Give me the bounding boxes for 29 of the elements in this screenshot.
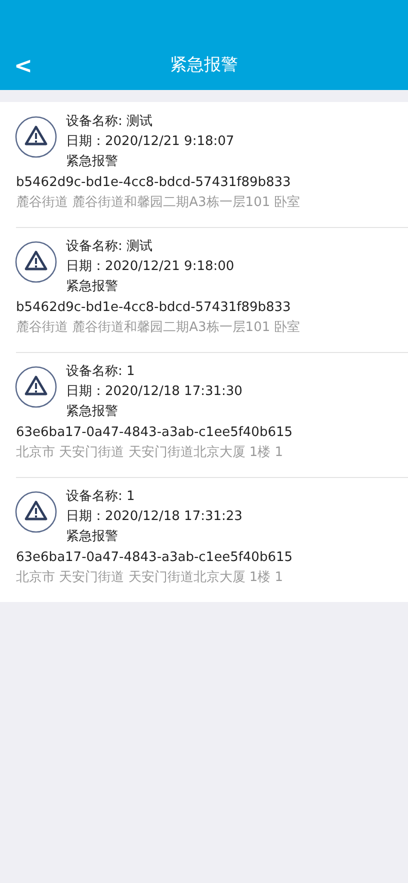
device-address: 北京市 天安门街道 天安门街道北京大厦 1楼 1 bbox=[16, 444, 284, 462]
device-id: 63e6ba17-0a47-4843-a3ab-c1ee5f40b615 bbox=[16, 424, 293, 442]
alarm-type: 紧急报警 bbox=[66, 528, 118, 546]
device-address: 麓谷街道 麓谷街道和馨园二期A3栋一层101 卧室 bbox=[16, 319, 300, 337]
alarm-item[interactable]: 设备名称: 测试 日期：2020/12/21 9:18:07 紧急报警 b5462d9c-bd1e-4cc8-bdcd-57431f89b833 麓谷街道 麓谷街道和馨园二期A3栋一层101 卧室 bbox=[0, 102, 408, 227]
alarm-date: 日期：2020/12/18 17:31:23 bbox=[66, 508, 242, 526]
device-address: 北京市 天安门街道 天安门街道北京大厦 1楼 1 bbox=[16, 569, 284, 587]
alarm-date: 日期：2020/12/18 17:31:30 bbox=[66, 383, 242, 401]
warning-icon bbox=[15, 241, 57, 283]
alarm-item[interactable]: 设备名称: 1 日期：2020/12/18 17:31:23 紧急报警 63e6ba17-0a47-4843-a3ab-c1ee5f40b615 北京市 天安门街道 天安门街道北京大厦 1楼 1 bbox=[0, 477, 408, 602]
warning-icon bbox=[15, 491, 57, 533]
device-address: 麓谷街道 麓谷街道和馨园二期A3栋一层101 卧室 bbox=[16, 194, 300, 212]
warning-icon bbox=[15, 366, 57, 408]
device-id: b5462d9c-bd1e-4cc8-bdcd-57431f89b833 bbox=[16, 299, 291, 317]
alarm-date: 日期：2020/12/21 9:18:00 bbox=[66, 258, 234, 276]
device-name: 设备名称: 1 bbox=[66, 488, 135, 506]
alarm-item[interactable]: 设备名称: 1 日期：2020/12/18 17:31:30 紧急报警 63e6ba17-0a47-4843-a3ab-c1ee5f40b615 北京市 天安门街道 天安门街道北京大厦 1楼 1 bbox=[0, 352, 408, 477]
alarm-type: 紧急报警 bbox=[66, 153, 118, 171]
alarm-date: 日期：2020/12/21 9:18:07 bbox=[66, 133, 234, 151]
alarm-type: 紧急报警 bbox=[66, 403, 118, 421]
device-name: 设备名称: 测试 bbox=[66, 113, 153, 131]
alarm-item[interactable]: 设备名称: 测试 日期：2020/12/21 9:18:00 紧急报警 b5462d9c-bd1e-4cc8-bdcd-57431f89b833 麓谷街道 麓谷街道和馨园二期A3栋一层101 卧室 bbox=[0, 227, 408, 352]
device-name: 设备名称: 测试 bbox=[66, 238, 153, 256]
page-title: 紧急报警 bbox=[169, 54, 239, 76]
warning-icon bbox=[15, 116, 57, 158]
device-id: b5462d9c-bd1e-4cc8-bdcd-57431f89b833 bbox=[16, 174, 291, 192]
device-name: 设备名称: 1 bbox=[66, 363, 135, 381]
alarm-type: 紧急报警 bbox=[66, 278, 118, 296]
device-id: 63e6ba17-0a47-4843-a3ab-c1ee5f40b615 bbox=[16, 549, 293, 567]
